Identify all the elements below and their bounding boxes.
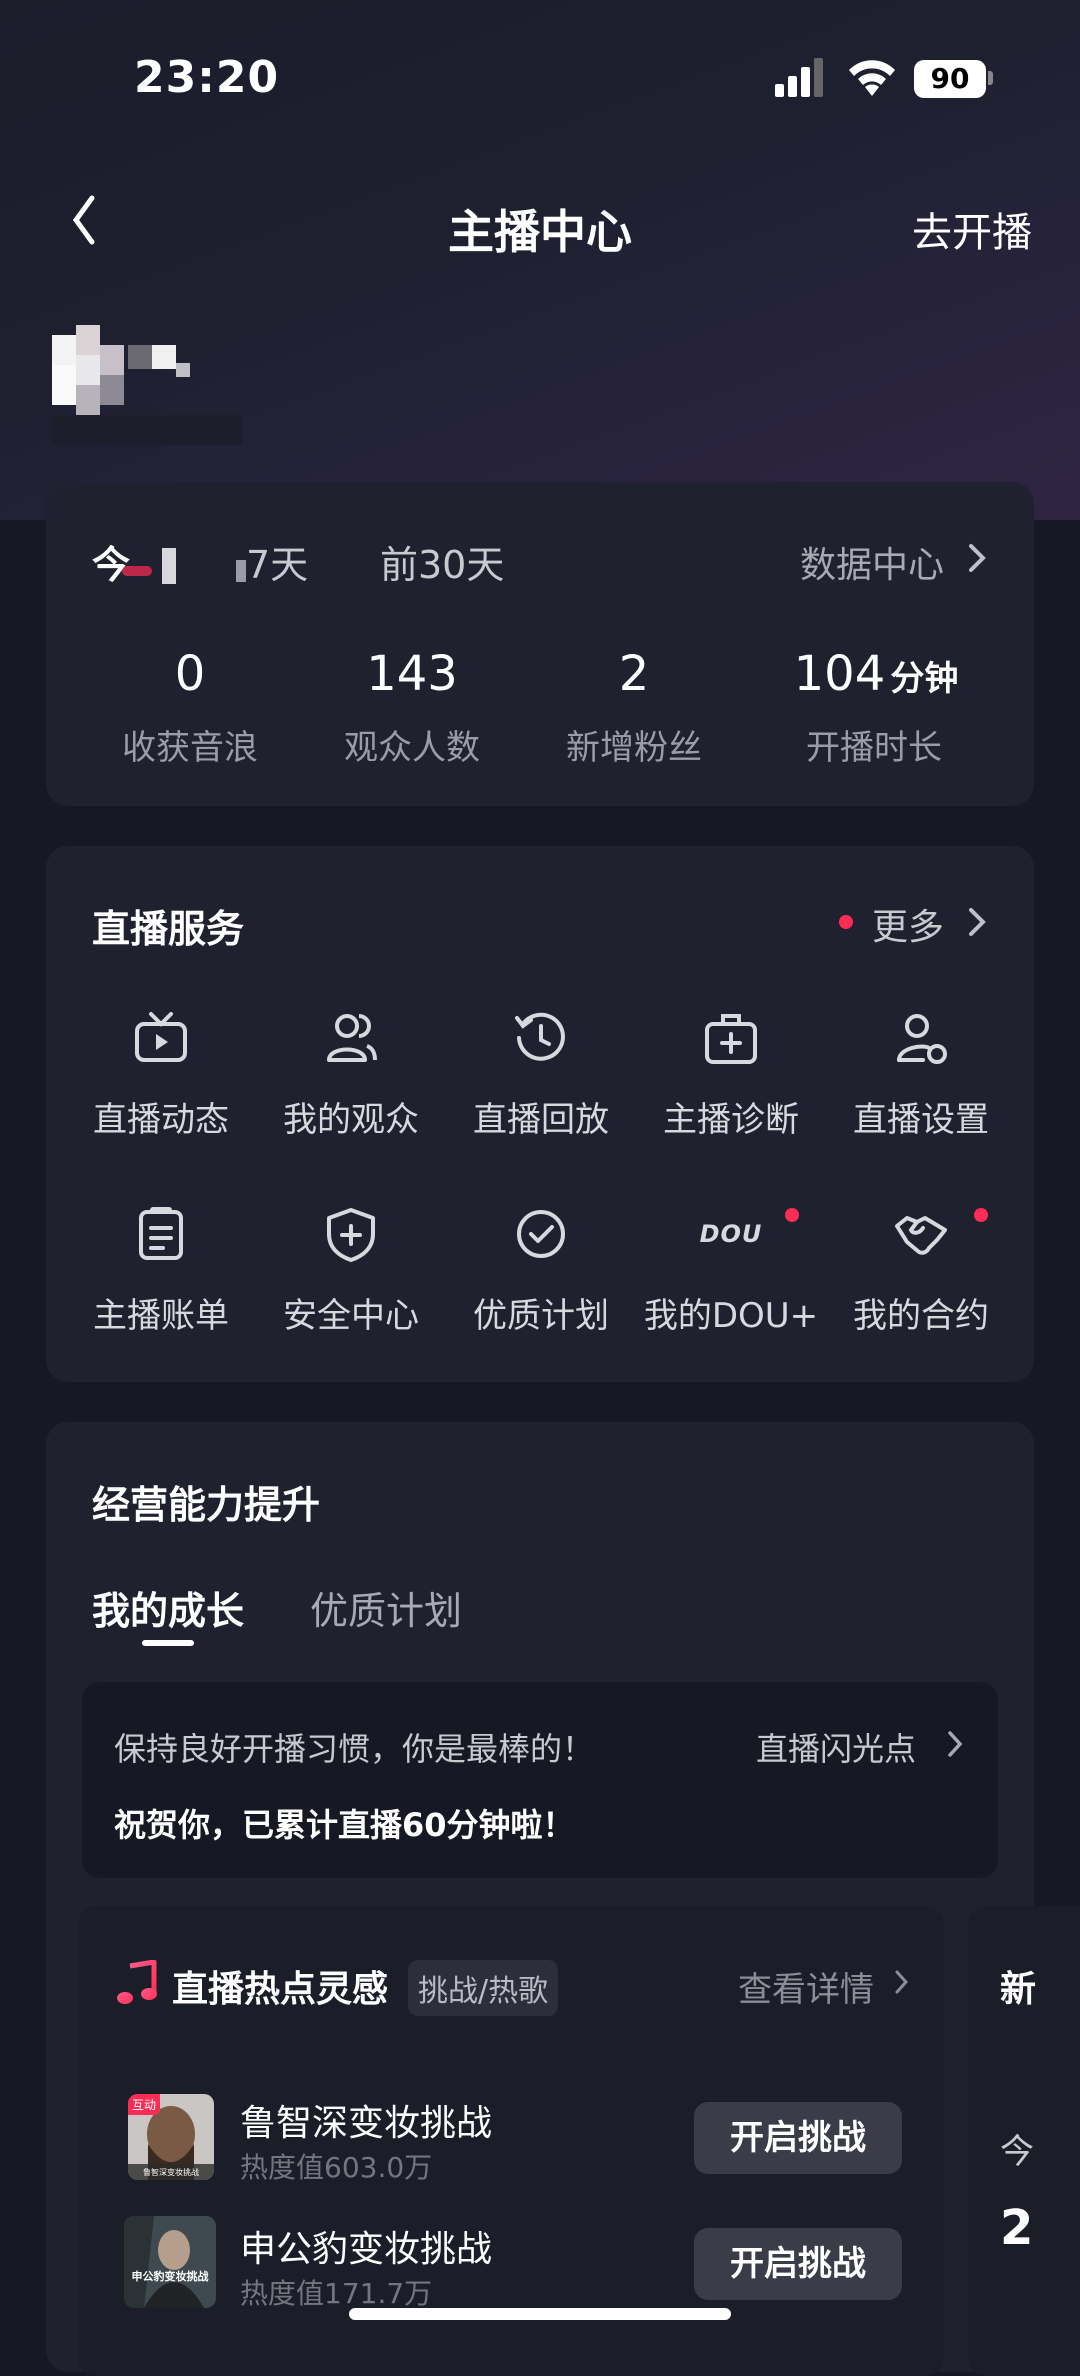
hot-tag: 挑战/热歌 [408, 1960, 559, 2016]
service-label: 主播诊断 [663, 1100, 799, 1140]
stat-value-viewers: 143 [366, 646, 458, 702]
chevron-right-icon[interactable] [894, 1968, 910, 1996]
bill-icon [139, 1207, 183, 1260]
stat-duration: 104 分钟 [746, 646, 1006, 702]
status-time: 23:20 [134, 52, 280, 103]
growth-message-box [82, 1682, 998, 1878]
stat-unit-duration: 分钟 [890, 659, 959, 699]
tab-7days[interactable]: 7天 [246, 534, 308, 589]
challenge-title: 申公豹变妆挑战 [240, 2229, 493, 2270]
notification-dot [785, 1208, 799, 1222]
growth-achievement: 祝贺你，已累计直播60分钟啦！ [114, 1806, 575, 1844]
tab-underline [142, 1640, 194, 1646]
battery-icon: 90 [914, 60, 986, 98]
stat-label-duration: 开播时长 [806, 728, 942, 768]
service-replay[interactable]: 直播回放 [446, 1010, 636, 1141]
stat-label-diamonds: 收获音浪 [122, 728, 258, 768]
medical-kit-icon [705, 1014, 757, 1064]
hot-title: 直播热点灵感 [172, 1969, 389, 2010]
service-label: 直播回放 [473, 1100, 609, 1140]
challenge-thumbnail[interactable]: 互动 鲁智深变妆挑战 [128, 2094, 214, 2180]
tab-my-growth[interactable]: 我的成长 [92, 1580, 244, 1635]
handshake-icon [895, 1216, 947, 1255]
service-label: 直播动态 [93, 1100, 229, 1140]
service-bill[interactable]: 主播账单 [66, 1206, 256, 1337]
notification-dot [839, 915, 853, 929]
hot-detail-link[interactable]: 查看详情 [738, 1962, 874, 2011]
next-panel-label: 今 [1000, 2132, 1034, 2172]
service-label: 我的合约 [853, 1296, 989, 1336]
redacted-block [122, 548, 192, 584]
service-quality-plan[interactable]: 优质计划 [446, 1206, 636, 1337]
challenge-heat: 热度值171.7万 [240, 2277, 433, 2310]
challenge-thumbnail[interactable]: 申公豹变妆挑战 [124, 2216, 216, 2308]
service-label: 安全中心 [283, 1296, 419, 1336]
replay-icon [515, 1012, 565, 1061]
challenge-heat: 热度值603.0万 [240, 2151, 433, 2184]
chevron-right-icon[interactable] [946, 1728, 964, 1760]
interactive-badge: 互动 [128, 2094, 161, 2115]
stat-value-duration: 104 [793, 646, 886, 702]
wifi-icon [849, 60, 895, 96]
service-my-contract[interactable]: 我的合约 [826, 1206, 1016, 1337]
service-label: 我的DOU+ [643, 1296, 819, 1336]
stat-value-new-fans: 2 [618, 646, 650, 702]
service-label: 我的观众 [283, 1100, 419, 1140]
home-indicator [349, 2308, 731, 2320]
start-challenge-button[interactable]: 开启挑战 [694, 2102, 902, 2174]
tab-quality-plan[interactable]: 优质计划 [310, 1580, 462, 1635]
stat-label-new-fans: 新增粉丝 [566, 728, 702, 768]
services-title: 直播服务 [92, 907, 245, 951]
music-note-icon [117, 1960, 157, 2004]
portrait-image [124, 2216, 216, 2308]
cellular-signal-icon [775, 58, 823, 97]
tv-icon [135, 1012, 187, 1062]
go-live-button[interactable]: 去开播 [912, 200, 1032, 258]
redacted-block [236, 560, 246, 582]
service-dou-plus[interactable]: DOU 我的DOU+ [636, 1206, 826, 1337]
service-my-audience[interactable]: 我的观众 [256, 1010, 446, 1141]
next-panel-value: 2 [1000, 2200, 1034, 2256]
user-settings-icon [897, 1014, 947, 1064]
service-live-feed[interactable]: 直播动态 [66, 1010, 256, 1141]
check-circle-icon [517, 1210, 565, 1258]
service-security-center[interactable]: 安全中心 [256, 1206, 446, 1337]
chevron-right-icon[interactable] [966, 904, 988, 940]
avatar[interactable] [52, 325, 242, 445]
service-diagnosis[interactable]: 主播诊断 [636, 1010, 826, 1141]
service-label: 优质计划 [473, 1296, 609, 1336]
tab-30days[interactable]: 前30天 [380, 534, 504, 589]
thumb-caption: 申公豹变妆挑战 [131, 2270, 209, 2283]
stat-label-viewers: 观众人数 [344, 728, 480, 768]
data-center-link[interactable]: 数据中心 [800, 536, 944, 588]
chevron-right-icon[interactable] [966, 540, 988, 576]
battery-tip [988, 71, 993, 85]
growth-title: 经营能力提升 [92, 1483, 321, 1527]
highlight-link[interactable]: 直播闪光点 [756, 1724, 916, 1770]
growth-message: 保持良好开播习惯，你是最棒的！ [114, 1730, 595, 1768]
next-panel-title: 新 [1000, 1969, 1037, 2010]
thumb-caption: 鲁智深变妆挑战 [143, 2168, 199, 2177]
service-label: 主播账单 [93, 1296, 229, 1336]
start-challenge-button[interactable]: 开启挑战 [694, 2228, 902, 2300]
challenge-title: 鲁智深变妆挑战 [240, 2103, 493, 2144]
service-label: 直播设置 [853, 1100, 989, 1140]
service-live-settings[interactable]: 直播设置 [826, 1010, 1016, 1141]
users-icon [327, 1014, 377, 1062]
shield-icon [327, 1208, 375, 1262]
notification-dot [974, 1208, 988, 1222]
stat-value-diamonds: 0 [174, 646, 206, 702]
more-services-link[interactable]: 更多 [872, 898, 944, 950]
